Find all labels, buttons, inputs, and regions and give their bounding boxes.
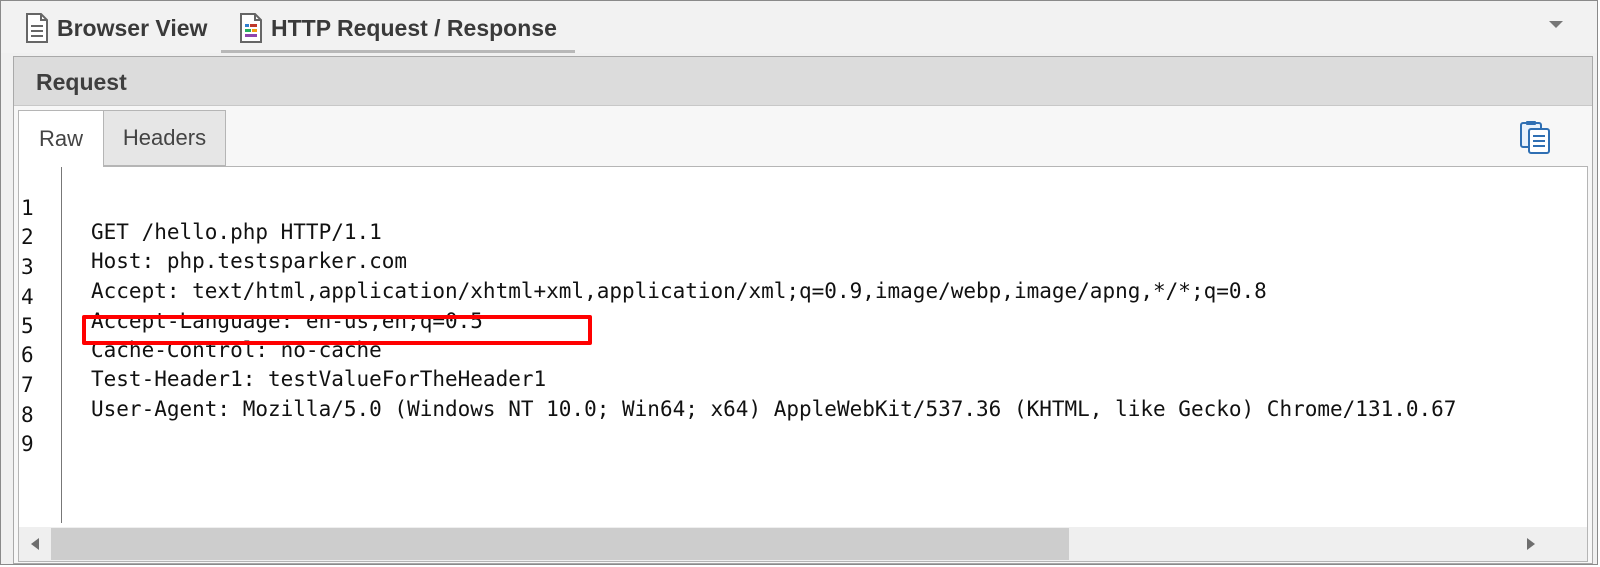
tab-browser-view[interactable]: Browser View <box>25 7 207 49</box>
request-panel-header: Request <box>14 57 1592 106</box>
code-line: 7 User-Agent: Mozilla/5.0 (Windows NT 10… <box>19 349 1456 421</box>
chevron-down-icon[interactable] <box>1549 21 1563 28</box>
line-text: Test-Header1: testValueForTheHeader1 <box>91 367 547 391</box>
scroll-left-icon[interactable] <box>31 538 39 550</box>
line-text: GET /hello.php HTTP/1.1 <box>91 220 382 244</box>
code-line: 4 Accept-Language: en-us,en;q=0.5 <box>19 261 483 333</box>
tab-headers[interactable]: Headers <box>103 110 226 166</box>
document-icon <box>25 13 49 43</box>
tab-http-request-response[interactable]: HTTP Request / Response <box>221 7 575 53</box>
line-text: Host: php.testsparker.com <box>91 249 408 273</box>
top-tab-strip: Browser View HTTP Request / Response <box>1 1 1597 53</box>
horizontal-scrollbar[interactable] <box>19 527 1587 561</box>
line-text: User-Agent: Mozilla/5.0 (Windows NT 10.0… <box>91 397 1457 421</box>
tab-http-request-response-label: HTTP Request / Response <box>271 14 557 41</box>
http-viewer-window: Browser View HTTP Request / Response Req… <box>0 0 1598 565</box>
tab-browser-view-label: Browser View <box>57 14 208 41</box>
request-document-icon <box>239 13 263 43</box>
code-line: 2 Host: php.testsparker.com <box>19 201 407 273</box>
raw-request-editor[interactable]: 1 GET /hello.php HTTP/1.1 2 Host: php.te… <box>18 166 1588 562</box>
line-number: 9 <box>21 432 34 456</box>
line-text: Accept: text/html,application/xhtml+xml,… <box>91 279 1267 303</box>
scroll-right-icon[interactable] <box>1527 538 1535 550</box>
tab-raw[interactable]: Raw <box>18 110 104 167</box>
scrollbar-thumb[interactable] <box>51 528 1069 560</box>
code-line: 8 <box>19 379 120 427</box>
request-panel: Request Raw Headers 1 GET /hello.php HTT… <box>13 56 1593 564</box>
panel-title: Request <box>36 69 127 95</box>
code-line: 3 Accept: text/html,application/xhtml+xm… <box>19 231 1267 303</box>
highlight-annotation <box>82 315 592 345</box>
code-line: 9 <box>19 408 120 456</box>
copy-icon[interactable] <box>1518 121 1552 155</box>
code-line: 1 GET /hello.php HTTP/1.1 <box>19 172 382 244</box>
